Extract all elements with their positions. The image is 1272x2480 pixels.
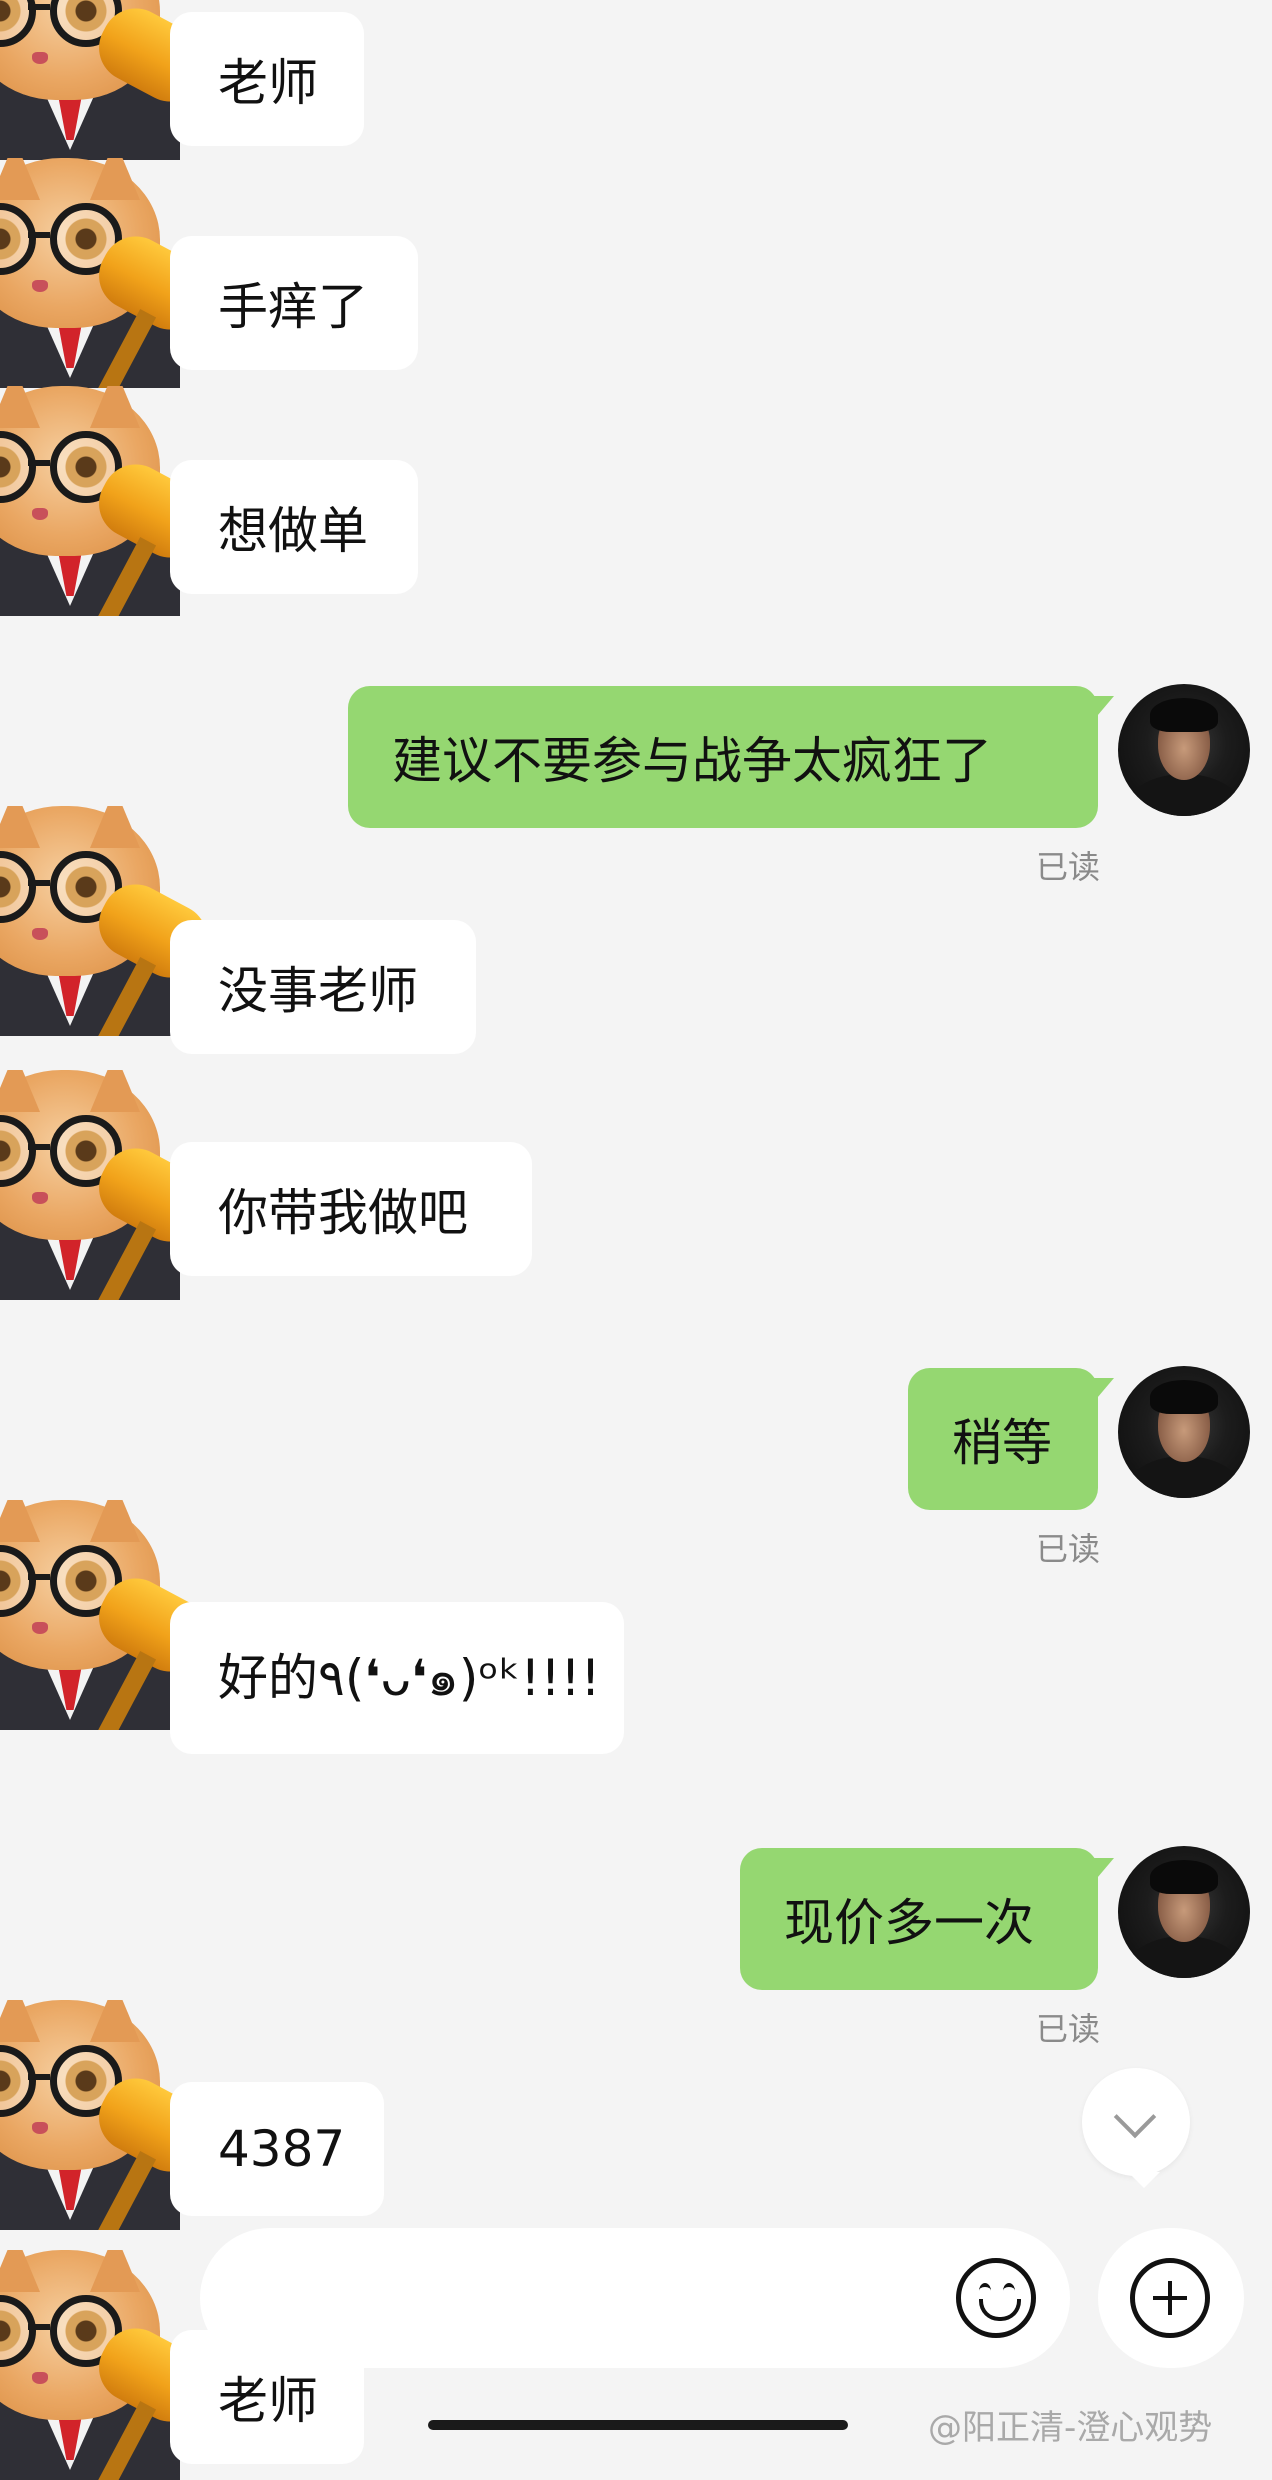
read-status: 已读 [1036, 848, 1101, 886]
message-input[interactable] [200, 2228, 1070, 2368]
message-bubble-outgoing[interactable]: 现价多一次 [740, 1848, 1114, 1990]
read-status: 已读 [1036, 2010, 1101, 2048]
message-bubble-outgoing[interactable]: 建议不要参与战争太疯狂了 [348, 686, 1114, 828]
user-avatar[interactable] [1118, 1366, 1250, 1498]
chat-area: 老师 手痒了 想做单 建议不要参与战争太疯狂了 已读 没事老师 你带我做吧 稍等… [0, 0, 1272, 2480]
read-status: 已读 [1036, 1530, 1101, 1568]
scroll-to-bottom-button[interactable] [1082, 2068, 1190, 2176]
message-bubble[interactable]: 4387 [170, 2082, 384, 2216]
watermark: @阳正清-澄心观势 [928, 2408, 1213, 2448]
home-indicator[interactable] [428, 2420, 848, 2430]
user-avatar[interactable] [1118, 1846, 1250, 1978]
message-bubble[interactable]: 你带我做吧 [170, 1142, 532, 1276]
message-bubble[interactable]: 好的٩(❛ᴗ❛๑)ᵒᵏ!!!! [170, 1602, 624, 1754]
user-avatar[interactable] [1118, 684, 1250, 816]
message-bubble-outgoing[interactable]: 稍等 [908, 1368, 1114, 1510]
chevron-down-icon [1113, 2095, 1157, 2139]
plus-circle-icon[interactable] [1130, 2258, 1210, 2338]
message-bubble[interactable]: 手痒了 [170, 236, 418, 370]
smiley-icon[interactable] [956, 2258, 1036, 2338]
message-bubble[interactable]: 想做单 [170, 460, 418, 594]
message-bubble[interactable]: 没事老师 [170, 920, 476, 1054]
message-bubble[interactable]: 老师 [170, 12, 364, 146]
